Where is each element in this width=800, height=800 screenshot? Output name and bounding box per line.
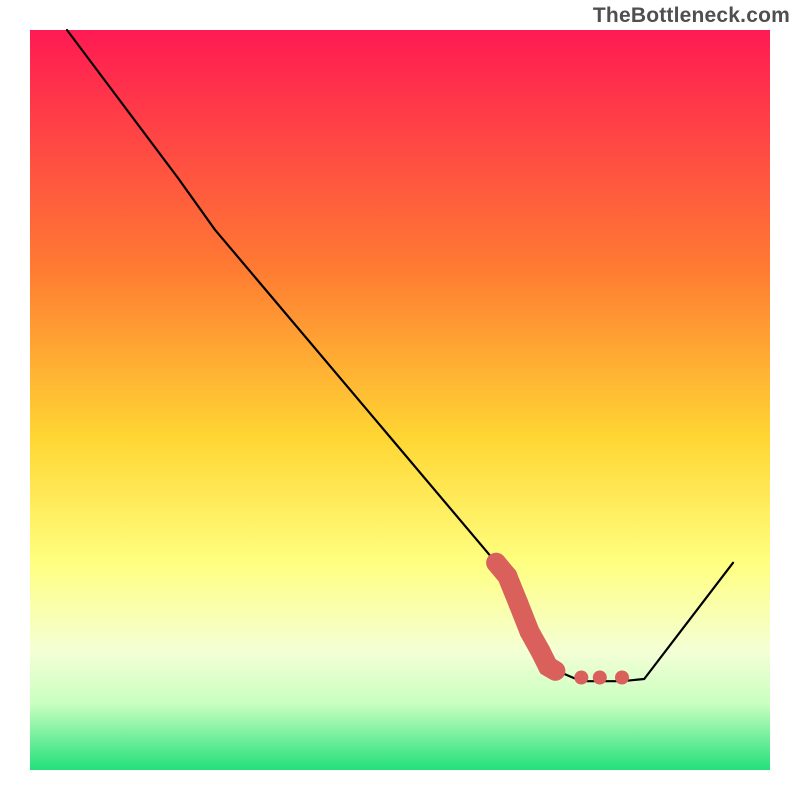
highlight-dot xyxy=(548,664,562,678)
chart-svg xyxy=(0,0,800,800)
highlight-dot xyxy=(574,671,588,685)
highlight-dot xyxy=(520,622,540,642)
chart-container: TheBottleneck.com xyxy=(0,0,800,800)
highlight-dot xyxy=(615,671,629,685)
highlight-dot xyxy=(508,594,528,614)
watermark-text: TheBottleneck.com xyxy=(593,4,790,28)
highlight-dot xyxy=(593,671,607,685)
highlight-dot xyxy=(497,566,517,586)
